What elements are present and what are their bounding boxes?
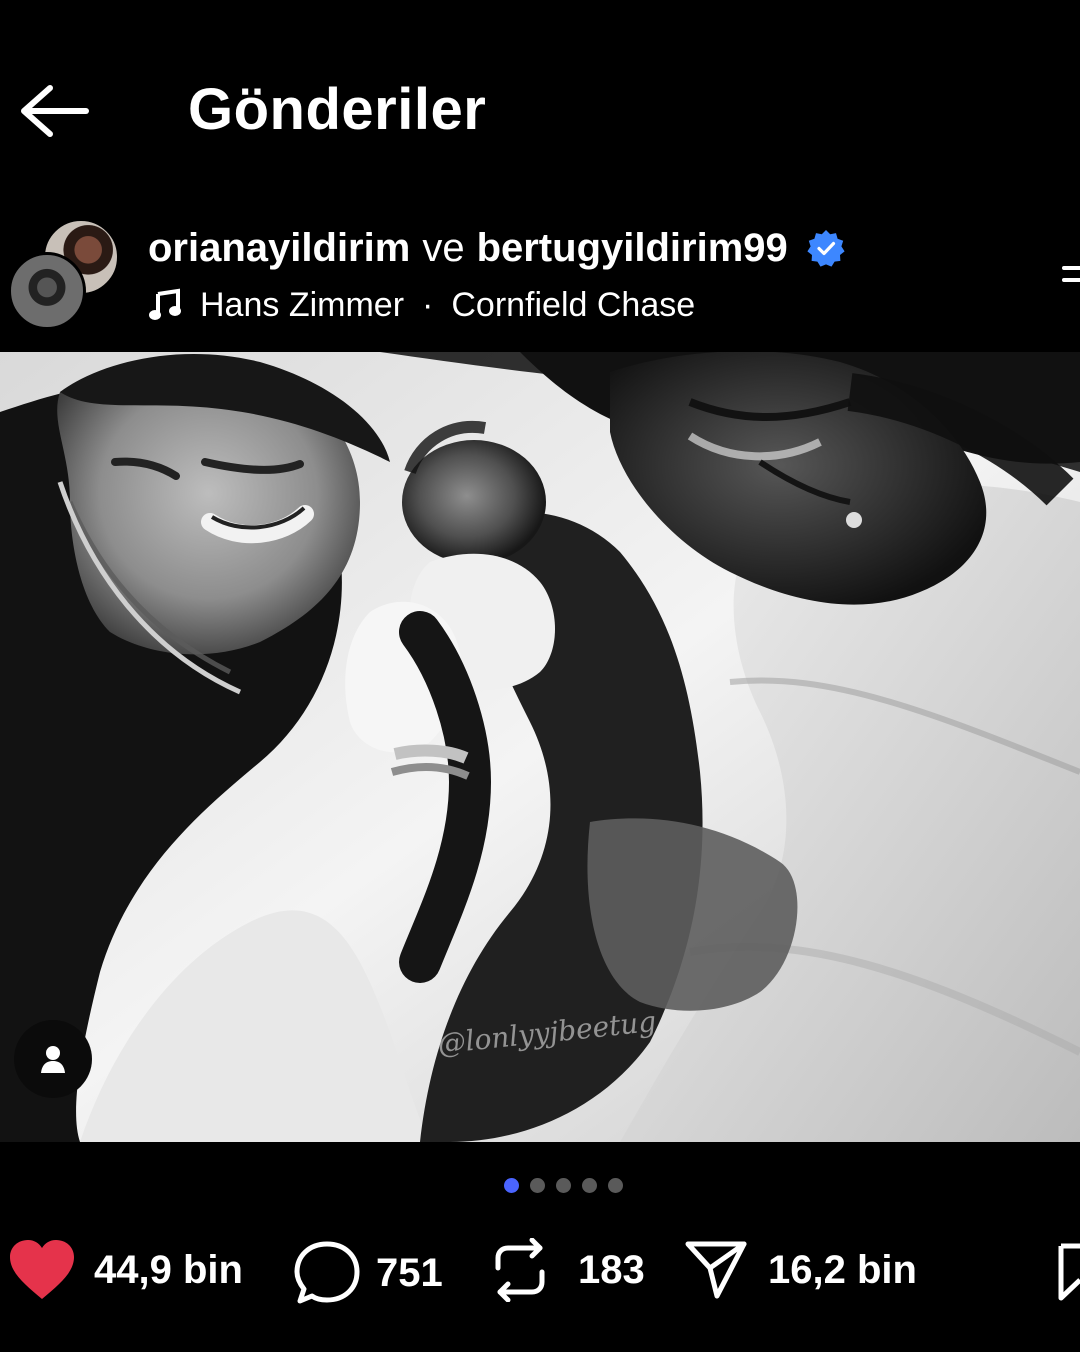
avatar-bertugyildirim99[interactable] [8,252,86,330]
music-artist: Hans Zimmer [200,286,405,324]
music-separator: · [422,286,434,324]
post-actions: 44,9 bin 751 183 16,2 bin [0,1230,1080,1322]
post-photo[interactable]: @lonlyyjbeetug [0,352,1080,1142]
page-title: Gönderiler [188,77,487,142]
like-count: 44,9 bin [94,1248,243,1292]
username-1[interactable]: orianayildirim [148,224,410,272]
verified-icon [806,228,846,268]
username-2[interactable]: bertugyildirim99 [477,224,788,272]
carousel-dot-1 [504,1178,519,1193]
heart-icon [10,1240,74,1299]
post-authors: orianayildirim ve bertugyildirim99 [148,224,846,272]
back-button[interactable] [14,80,94,142]
carousel-indicator [504,1178,623,1193]
menu-icon [1062,266,1080,282]
music-track: Cornfield Chase [451,286,696,324]
send-icon [685,1241,747,1299]
collab-connector: ve [422,226,465,270]
carousel-dot-2 [530,1178,545,1193]
repost-icon [495,1238,545,1302]
arrow-left-icon [21,85,89,137]
music-attribution[interactable]: Hans Zimmer · Cornfield Chase [148,284,695,326]
tagged-people-button[interactable] [14,1020,92,1098]
save-button[interactable] [1058,1240,1080,1304]
post-options-button[interactable] [1060,256,1080,296]
repost-count: 183 [578,1248,645,1292]
post-photo-image: @lonlyyjbeetug [0,352,1080,1142]
top-bar: Gönderiler [0,0,1080,210]
bookmark-icon [1058,1243,1080,1301]
carousel-dot-3 [556,1178,571,1193]
repost-button[interactable]: 183 [490,1238,645,1302]
post-header: orianayildirim ve bertugyildirim99 Hans … [0,210,1080,352]
like-button[interactable]: 44,9 bin [6,1238,243,1302]
person-icon [41,1046,65,1073]
carousel-dot-4 [582,1178,597,1193]
share-button[interactable]: 16,2 bin [684,1238,917,1302]
comment-count: 751 [376,1251,443,1295]
carousel-dot-5 [608,1178,623,1193]
comment-icon [294,1241,360,1304]
comment-button[interactable]: 751 [292,1238,443,1308]
music-note-icon [149,288,181,320]
share-count: 16,2 bin [768,1248,917,1292]
collab-avatar-stack[interactable] [8,218,120,332]
